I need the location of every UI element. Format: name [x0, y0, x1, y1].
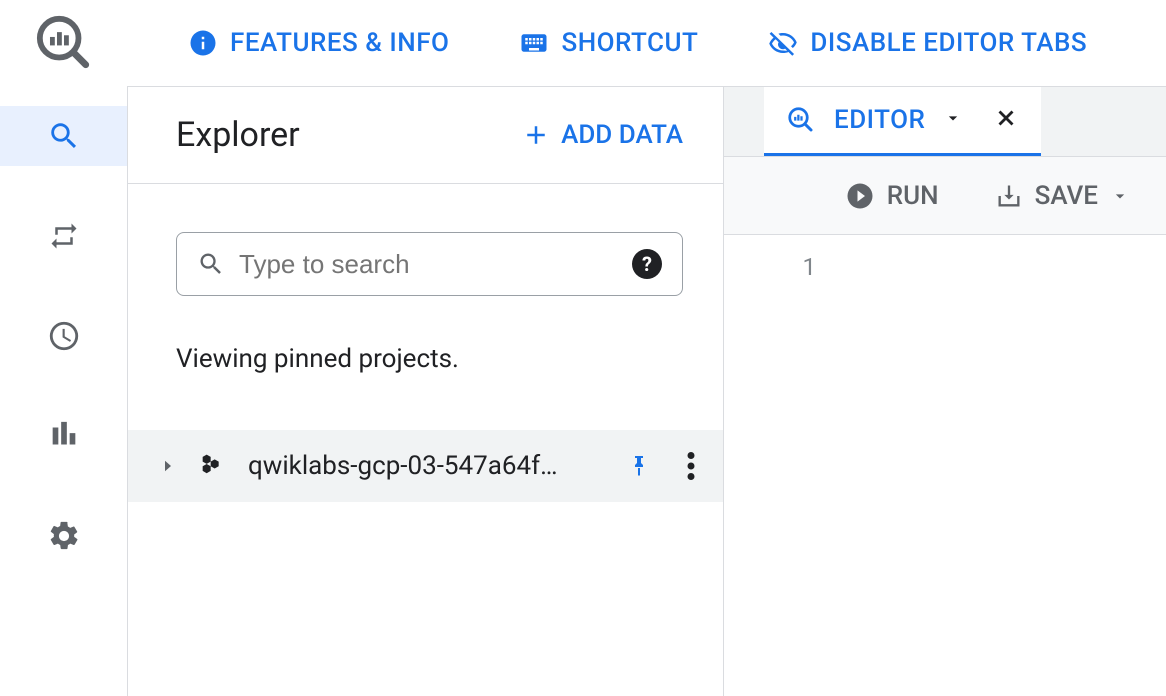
top-bar: FEATURES & INFO SHORTCUT DISABLE EDITOR …	[0, 0, 1166, 86]
editor-tab[interactable]: EDITOR	[764, 87, 1041, 156]
explorer-title: Explorer	[176, 115, 300, 155]
chevron-right-icon	[159, 457, 177, 475]
line-number: 1	[724, 253, 864, 281]
equalizer-icon	[47, 419, 81, 453]
disable-tabs-button[interactable]: DISABLE EDITOR TABS	[768, 28, 1087, 58]
close-icon	[993, 105, 1019, 131]
add-data-button[interactable]: ADD DATA	[521, 120, 683, 150]
editor-pane: EDITOR RUN SAVE	[724, 86, 1166, 696]
plus-icon	[521, 120, 551, 150]
search-box[interactable]: ?	[176, 232, 683, 296]
visibility-off-icon	[768, 28, 798, 58]
left-nav	[0, 86, 128, 696]
search-icon	[47, 119, 81, 153]
features-info-button[interactable]: FEATURES & INFO	[188, 28, 449, 58]
bigquery-icon	[35, 14, 93, 72]
play-icon	[845, 181, 875, 211]
run-label: RUN	[887, 181, 939, 211]
search-input[interactable]	[239, 249, 618, 280]
editor-gutter: 1	[724, 235, 864, 281]
tab-close[interactable]	[993, 105, 1019, 135]
pinned-status: Viewing pinned projects.	[176, 344, 683, 374]
features-info-label: FEATURES & INFO	[230, 28, 449, 58]
expand-toggle[interactable]	[156, 457, 180, 475]
editor-tabbar: EDITOR	[724, 87, 1166, 157]
tab-dropdown[interactable]	[943, 108, 963, 132]
explorer-panel: Explorer ADD DATA ? Viewing pinned proje…	[128, 86, 724, 696]
more-vert-icon[interactable]	[687, 452, 695, 480]
nav-transfers[interactable]	[0, 206, 127, 266]
nav-settings[interactable]	[0, 506, 127, 566]
nav-scheduled[interactable]	[0, 306, 127, 366]
editor-toolbar: RUN SAVE	[724, 157, 1166, 235]
save-button[interactable]: SAVE	[995, 181, 1130, 211]
editor-tab-label: EDITOR	[834, 105, 925, 135]
chevron-down-icon	[943, 108, 963, 128]
project-icon	[198, 450, 230, 482]
chevron-down-icon	[1110, 186, 1130, 206]
help-icon[interactable]: ?	[632, 249, 662, 279]
bigquery-logo	[0, 14, 128, 72]
add-data-label: ADD DATA	[561, 120, 683, 150]
transfer-icon	[47, 221, 81, 251]
clock-icon	[47, 319, 81, 353]
pin-icon[interactable]	[627, 452, 651, 480]
project-name: qwiklabs-gcp-03-547a64f…	[248, 451, 609, 481]
gear-icon	[47, 519, 81, 553]
run-button[interactable]: RUN	[845, 181, 939, 211]
save-label: SAVE	[1035, 181, 1098, 211]
disable-tabs-label: DISABLE EDITOR TABS	[810, 28, 1087, 58]
keyboard-icon	[519, 28, 549, 58]
shortcut-label: SHORTCUT	[561, 28, 698, 58]
nav-reservations[interactable]	[0, 406, 127, 466]
info-icon	[188, 28, 218, 58]
search-icon	[197, 250, 225, 278]
nav-sql-workspace[interactable]	[0, 106, 127, 166]
project-row[interactable]: qwiklabs-gcp-03-547a64f…	[128, 430, 723, 502]
save-icon	[995, 182, 1023, 210]
bigquery-icon	[786, 105, 816, 135]
shortcut-button[interactable]: SHORTCUT	[519, 28, 698, 58]
